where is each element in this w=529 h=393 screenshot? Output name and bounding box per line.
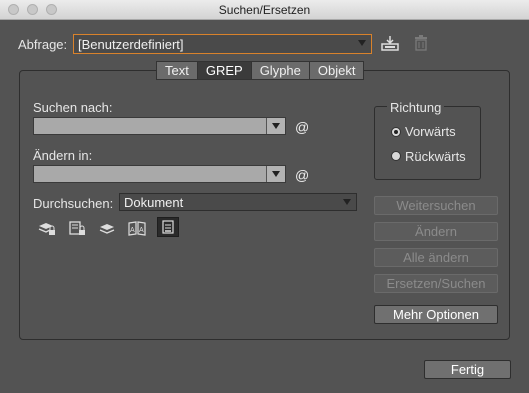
direction-group (374, 106, 481, 180)
query-label: Abfrage: (18, 37, 68, 52)
hidden-layers-icon[interactable] (98, 220, 115, 236)
search-history-chevron-icon[interactable] (266, 118, 285, 134)
tab-grep[interactable]: GREP (196, 61, 252, 80)
replace-special-chars-icon[interactable]: @ (295, 167, 309, 183)
search-special-chars-icon[interactable]: @ (295, 119, 309, 135)
chevron-down-icon[interactable] (353, 35, 371, 53)
svg-text:A: A (139, 227, 144, 234)
save-query-icon[interactable] (381, 35, 399, 51)
scope-label: Durchsuchen: (33, 196, 114, 211)
scope-value: Dokument (124, 195, 184, 210)
tab-objekt[interactable]: Objekt (308, 61, 365, 80)
trash-icon[interactable] (414, 35, 430, 51)
radio-forward-label[interactable]: Vorwärts (405, 124, 456, 139)
change-button[interactable]: Ändern (374, 222, 498, 241)
change-all-button[interactable]: Alle ändern (374, 248, 498, 267)
locked-layers-icon[interactable] (38, 220, 55, 236)
locked-stories-icon[interactable] (68, 220, 85, 236)
search-label: Suchen nach: (33, 100, 113, 115)
change-find-button[interactable]: Ersetzen/Suchen (374, 274, 498, 293)
replace-label: Ändern in: (33, 148, 93, 163)
master-pages-icon[interactable]: A A (128, 220, 146, 236)
footnotes-icon[interactable] (157, 217, 179, 237)
search-input[interactable] (33, 117, 286, 135)
tab-glyphe[interactable]: Glyphe (250, 61, 310, 80)
query-dropdown[interactable]: [Benutzerdefiniert] (73, 34, 372, 54)
query-value: [Benutzerdefiniert] (78, 37, 184, 52)
direction-title: Richtung (387, 100, 445, 115)
replace-input[interactable] (33, 165, 286, 183)
tab-bar: Text GREP Glyphe Objekt (156, 61, 365, 80)
window-title: Suchen/Ersetzen (218, 3, 311, 17)
scope-chevron-down-icon[interactable] (338, 194, 356, 210)
svg-text:A: A (130, 227, 135, 234)
more-options-button[interactable]: Mehr Optionen (374, 305, 498, 324)
tab-text[interactable]: Text (156, 61, 198, 80)
radio-backward[interactable] (391, 151, 401, 161)
radio-forward[interactable] (391, 127, 401, 137)
replace-history-chevron-icon[interactable] (266, 166, 285, 182)
done-button[interactable]: Fertig (424, 360, 511, 379)
title-bar: Suchen/Ersetzen (0, 0, 529, 20)
find-next-button[interactable]: Weitersuchen (374, 196, 498, 215)
radio-backward-label[interactable]: Rückwärts (405, 149, 466, 164)
scope-dropdown[interactable]: Dokument (119, 193, 357, 211)
